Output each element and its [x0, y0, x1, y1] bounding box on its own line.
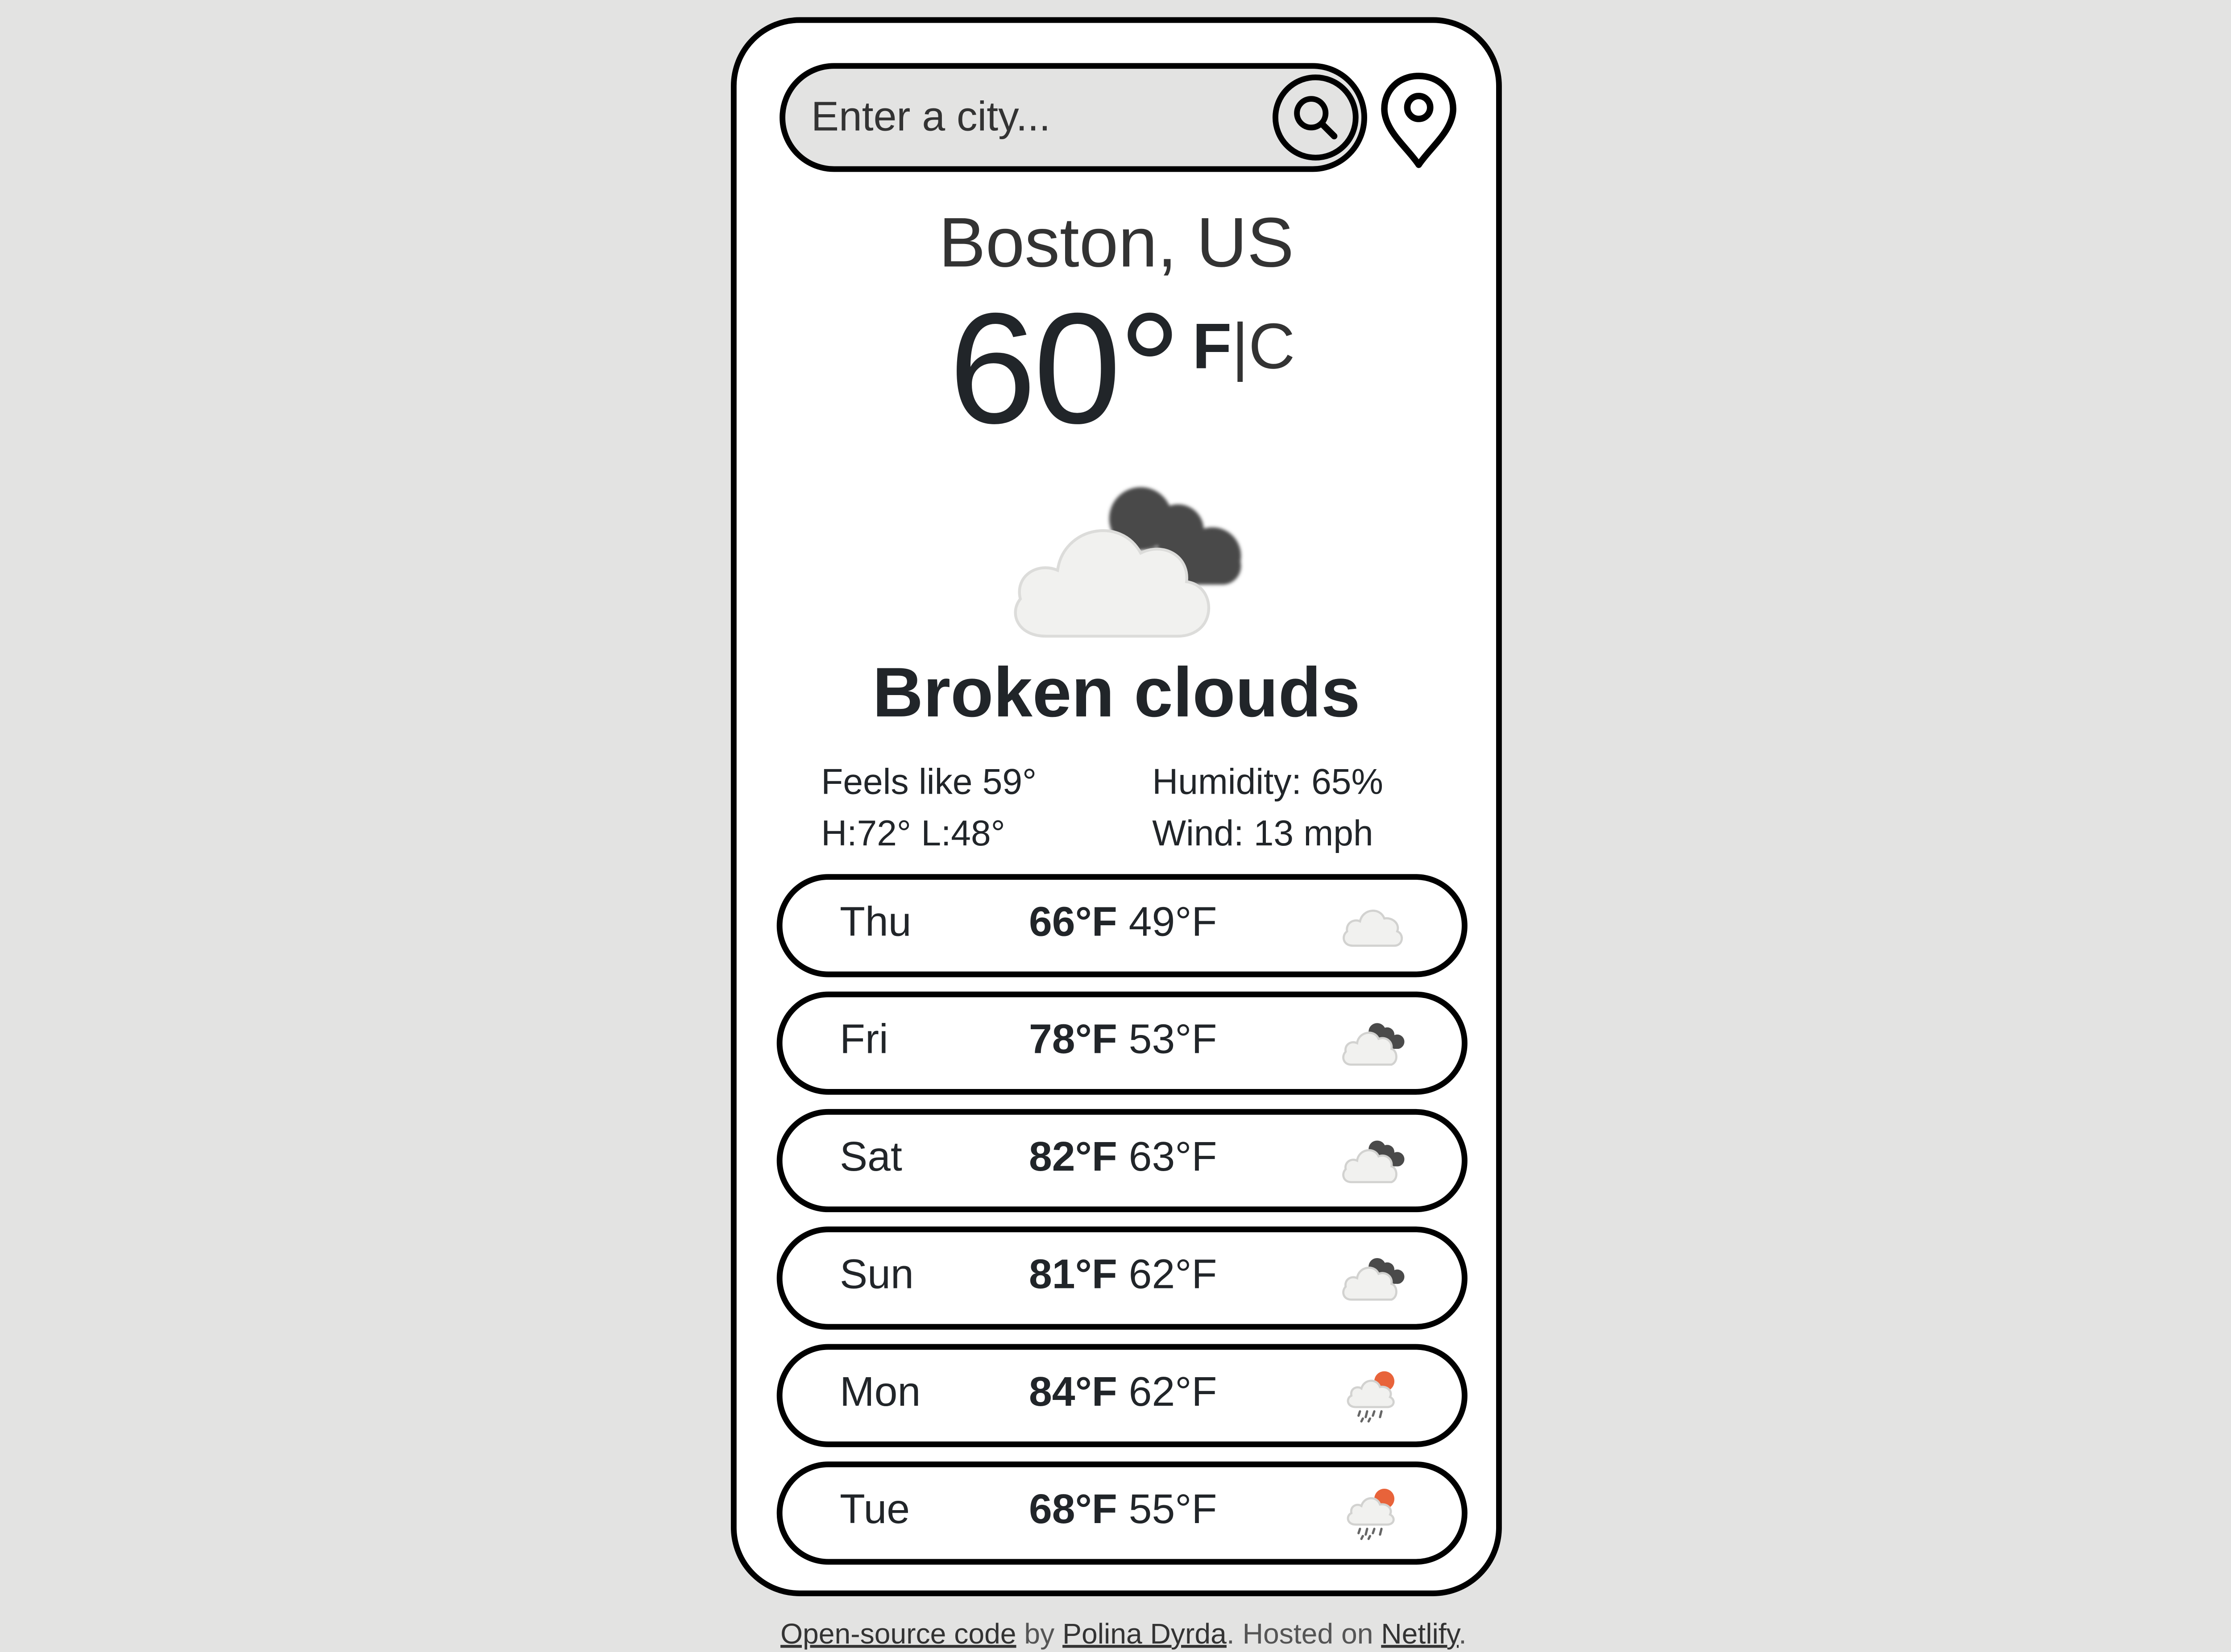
details-right: Humidity: 65% Wind: 13 mph	[1152, 757, 1383, 860]
forecast-day: Sat	[840, 1134, 902, 1181]
current-temperature: 60°	[949, 281, 1181, 457]
temperature-block: 60° F|C	[949, 281, 1379, 457]
footer: Open-source code by Polina Dyrda. Hosted…	[0, 1619, 2231, 1652]
forecast-high: 84°F	[1029, 1370, 1117, 1416]
high-low: H:72° L:48°	[821, 814, 1005, 854]
details-left: Feels like 59° H:72° L:48°	[821, 757, 1037, 860]
forecast-temps: 66°F 49°F	[1029, 900, 1217, 947]
broken-clouds-icon	[1342, 1023, 1405, 1066]
forecast-day: Thu	[840, 900, 912, 946]
forecast-high: 81°F	[1029, 1252, 1117, 1298]
weather-card: Boston, US 60° F|C Broken clo	[730, 17, 1502, 1596]
forecast-low: 53°F	[1128, 1017, 1217, 1064]
humidity: Humidity: 65%	[1152, 762, 1383, 803]
forecast-high: 82°F	[1029, 1134, 1117, 1181]
forecast-low: 55°F	[1128, 1487, 1217, 1533]
forecast-high: 68°F	[1029, 1487, 1117, 1533]
forecast-row: Tue 68°F 55°F	[776, 1462, 1468, 1565]
forecast-temps: 68°F 55°F	[1029, 1487, 1217, 1535]
current-location-button[interactable]	[1379, 70, 1459, 170]
unit-separator: |	[1232, 309, 1249, 383]
unit-toggle: F|C	[1192, 310, 1295, 384]
forecast-high: 66°F	[1029, 900, 1117, 946]
forecast-row: Sat 82°F 63°F	[776, 1109, 1468, 1213]
search-form	[780, 63, 1367, 172]
forecast-temps: 81°F 62°F	[1029, 1252, 1217, 1300]
sun-rain-icon	[1347, 1371, 1395, 1423]
forecast-day: Tue	[840, 1487, 910, 1533]
forecast-temps: 84°F 62°F	[1029, 1370, 1217, 1417]
feels-like: Feels like 59°	[821, 762, 1037, 803]
search-button[interactable]	[1272, 75, 1359, 161]
broken-clouds-icon	[1342, 1140, 1405, 1184]
forecast-low: 62°F	[1128, 1252, 1217, 1298]
fahrenheit-link[interactable]: F	[1192, 310, 1232, 383]
forecast-temps: 78°F 53°F	[1029, 1017, 1217, 1064]
stage: Boston, US 60° F|C Broken clo	[0, 0, 2231, 1651]
search-icon	[1294, 96, 1338, 140]
location-pin-icon	[1381, 72, 1456, 168]
celsius-link[interactable]: C	[1248, 310, 1295, 383]
broken-clouds-icon	[1014, 487, 1241, 638]
source-code-link[interactable]: Open-source code	[780, 1619, 1016, 1651]
city-name: Boston, US	[938, 205, 1294, 282]
footer-end-text: .	[1459, 1619, 1467, 1651]
wind: Wind: 13 mph	[1152, 814, 1373, 854]
forecast-low: 62°F	[1128, 1370, 1217, 1416]
forecast-row: Sun 81°F 62°F	[776, 1226, 1468, 1330]
forecast-day: Mon	[840, 1370, 921, 1416]
forecast-day: Sun	[840, 1252, 914, 1298]
broken-clouds-icon	[1342, 1258, 1405, 1301]
author-link[interactable]: Polina Dyrda	[1062, 1619, 1227, 1651]
city-search-input[interactable]	[811, 83, 1241, 152]
sun-rain-icon	[1347, 1489, 1395, 1540]
weather-description: Broken clouds	[872, 654, 1360, 733]
footer-hosted-text: . Hosted on	[1226, 1619, 1381, 1651]
forecast-day: Fri	[840, 1017, 888, 1064]
forecast-temps: 82°F 63°F	[1029, 1135, 1217, 1182]
forecast-row: Thu 66°F 49°F	[776, 874, 1468, 977]
forecast-low: 49°F	[1128, 900, 1217, 946]
netlify-link[interactable]: Netlify	[1381, 1619, 1459, 1651]
forecast-low: 63°F	[1128, 1134, 1217, 1181]
footer-by-text: by	[1016, 1619, 1063, 1651]
forecast-row: Fri 78°F 53°F	[776, 991, 1468, 1095]
forecast-high: 78°F	[1029, 1017, 1117, 1064]
forecast-row: Mon 84°F 62°F	[776, 1344, 1468, 1447]
cloud-icon	[1343, 910, 1403, 947]
